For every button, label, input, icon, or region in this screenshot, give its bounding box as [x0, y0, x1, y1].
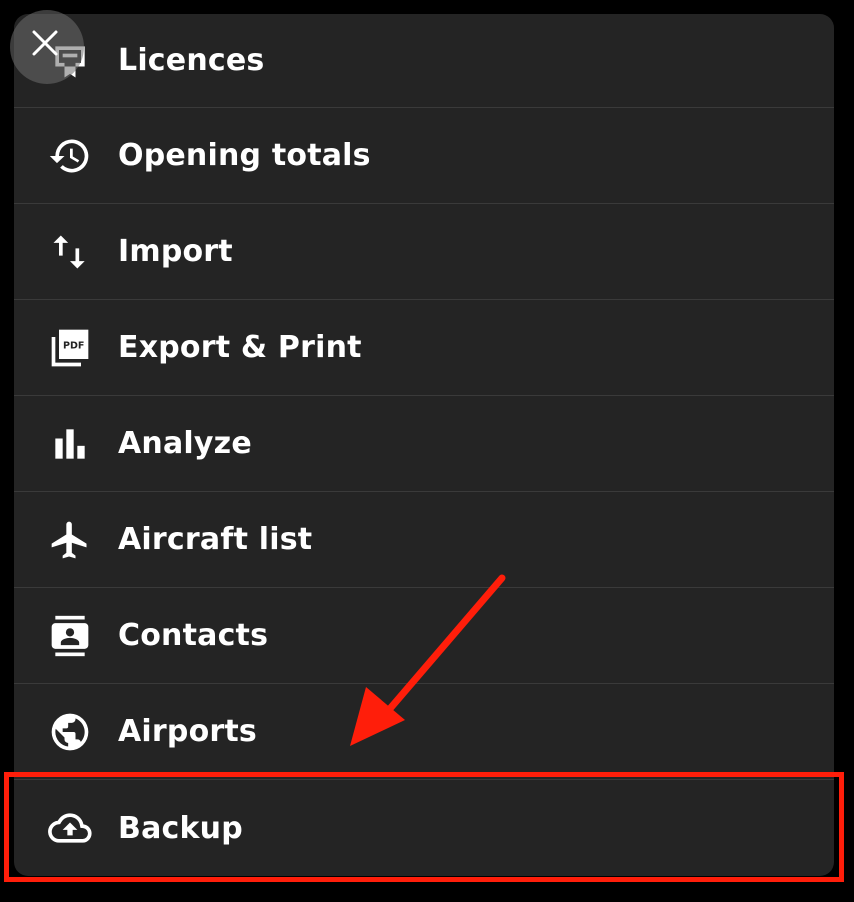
bar-chart-icon — [48, 422, 92, 466]
menu-item-backup[interactable]: Backup — [14, 780, 834, 876]
pdf-icon: PDF — [48, 326, 92, 370]
menu-list: Licences Opening totals Import PDF Expor… — [14, 14, 834, 876]
import-arrows-icon — [48, 230, 92, 274]
menu-item-label: Backup — [118, 810, 243, 846]
menu-item-label: Export & Print — [118, 330, 362, 365]
menu-item-label: Contacts — [118, 618, 269, 653]
close-button[interactable] — [10, 10, 84, 84]
menu-item-label: Import — [118, 234, 233, 269]
menu-item-opening-totals[interactable]: Opening totals — [14, 108, 834, 204]
menu-item-label: Aircraft list — [118, 522, 313, 557]
globe-icon — [48, 710, 92, 754]
menu-item-label: Opening totals — [118, 138, 371, 173]
menu-item-contacts[interactable]: Contacts — [14, 588, 834, 684]
menu-item-licences[interactable]: Licences — [14, 14, 834, 108]
airplane-icon — [48, 518, 92, 562]
menu-item-aircraft-list[interactable]: Aircraft list — [14, 492, 834, 588]
cloud-upload-icon — [48, 806, 92, 850]
menu-item-import[interactable]: Import — [14, 204, 834, 300]
menu-item-export-print[interactable]: PDF Export & Print — [14, 300, 834, 396]
menu-item-label: Airports — [118, 714, 257, 749]
close-icon — [30, 28, 60, 58]
menu-item-airports[interactable]: Airports — [14, 684, 834, 780]
contacts-icon — [48, 614, 92, 658]
menu-panel: Licences Opening totals Import PDF Expor… — [14, 14, 834, 876]
menu-item-label: Licences — [118, 43, 265, 78]
menu-item-label: Analyze — [118, 426, 252, 461]
history-icon — [48, 134, 92, 178]
menu-item-analyze[interactable]: Analyze — [14, 396, 834, 492]
svg-text:PDF: PDF — [63, 340, 84, 351]
